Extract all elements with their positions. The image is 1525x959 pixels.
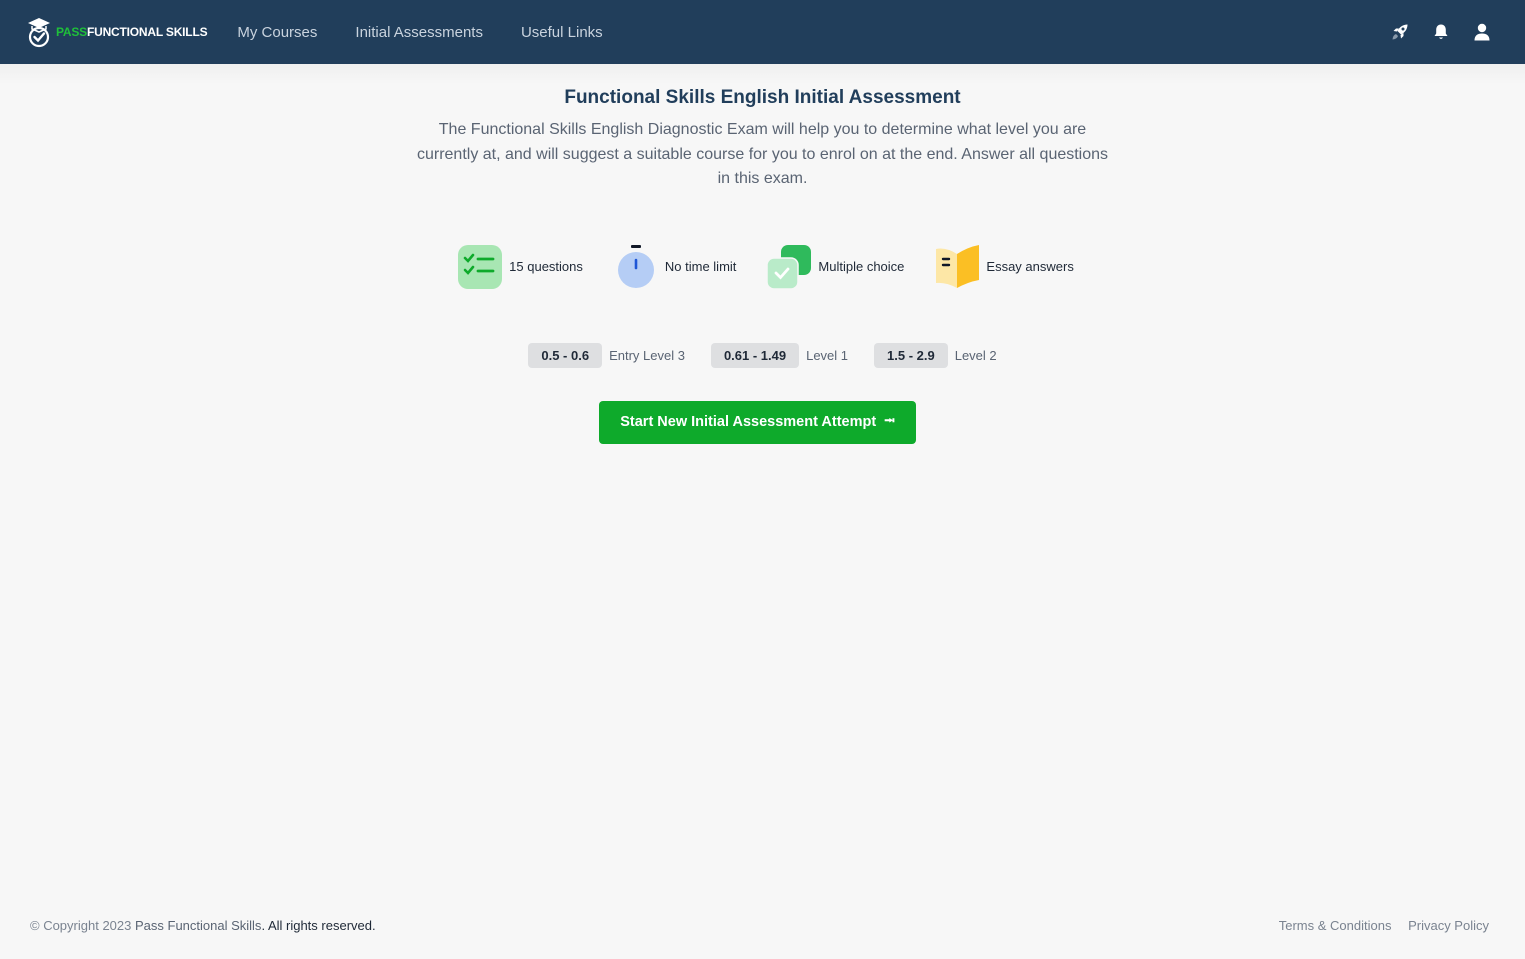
arrow-right-to-bar-icon: ⭲ — [884, 412, 895, 428]
top-navbar: PASSFUNCTIONAL SKILLS My Courses Initial… — [0, 0, 1525, 64]
rocket-icon[interactable] — [1389, 21, 1411, 43]
exam-features: 15 questions No time limit Multiple choi… — [6, 244, 1525, 290]
level-range-badge: 1.5 - 2.9 — [874, 342, 948, 368]
multiple-choice-icon — [766, 244, 812, 290]
level-entry-3: 0.5 - 0.6 Entry Level 3 — [528, 342, 685, 368]
page-description: The Functional Skills English Diagnostic… — [416, 121, 1109, 187]
page-footer: © Copyright 2023 Pass Functional Skills.… — [30, 918, 1489, 933]
footer-links: Terms & Conditions Privacy Policy — [1266, 918, 1489, 933]
nav-icon-group — [1370, 0, 1493, 64]
feature-label: Multiple choice — [818, 259, 905, 274]
feature-questions: 15 questions — [457, 244, 583, 290]
nav-useful-links[interactable]: Useful Links — [521, 24, 603, 41]
feature-essay: Essay answers — [934, 244, 1074, 290]
start-button-label: Start New Initial Assessment Attempt — [620, 414, 877, 430]
privacy-link[interactable]: Privacy Policy — [1408, 918, 1489, 933]
feature-multiple-choice: Multiple choice — [766, 244, 904, 290]
level-2: 1.5 - 2.9 Level 2 — [874, 342, 997, 368]
feature-label: 15 questions — [509, 259, 583, 274]
score-levels: 0.5 - 0.6 Entry Level 3 0.61 - 1.49 Leve… — [0, 342, 1525, 368]
feature-time: No time limit — [613, 244, 737, 290]
level-name: Level 1 — [806, 347, 849, 363]
checklist-icon — [458, 244, 503, 289]
navbar-shadow — [0, 64, 1525, 84]
level-name: Entry Level 3 — [609, 347, 685, 363]
main-nav: My Courses Initial Assessments Useful Li… — [237, 24, 640, 41]
copyright-brand: Pass Functional Skills — [134, 918, 262, 933]
page-title: Functional Skills English Initial Assess… — [564, 87, 961, 108]
nav-initial-assessments[interactable]: Initial Assessments — [355, 24, 483, 41]
user-icon[interactable] — [1471, 21, 1493, 43]
nav-my-courses[interactable]: My Courses — [237, 24, 317, 41]
feature-label: Essay answers — [986, 259, 1074, 274]
assessment-intro: Functional Skills English Initial Assess… — [0, 87, 1525, 444]
graduation-check-icon — [28, 18, 50, 48]
level-1: 0.61 - 1.49 Level 1 — [710, 342, 849, 368]
feature-label: No time limit — [664, 259, 737, 274]
open-book-icon — [936, 244, 980, 288]
level-range-badge: 0.5 - 0.6 — [528, 342, 603, 368]
brand-logo[interactable]: PASSFUNCTIONAL SKILLS — [26, 16, 208, 48]
terms-link[interactable]: Terms & Conditions — [1279, 918, 1392, 933]
start-assessment-button[interactable]: Start New Initial Assessment Attempt ⭲ — [599, 400, 916, 444]
copyright-text: © Copyright 2023 Pass Functional Skills.… — [30, 918, 376, 933]
brand-name: PASSFUNCTIONAL SKILLS — [56, 25, 208, 39]
bell-icon[interactable] — [1430, 21, 1452, 43]
level-range-badge: 0.61 - 1.49 — [710, 342, 800, 368]
stopwatch-icon — [617, 244, 654, 288]
level-name: Level 2 — [954, 347, 997, 363]
